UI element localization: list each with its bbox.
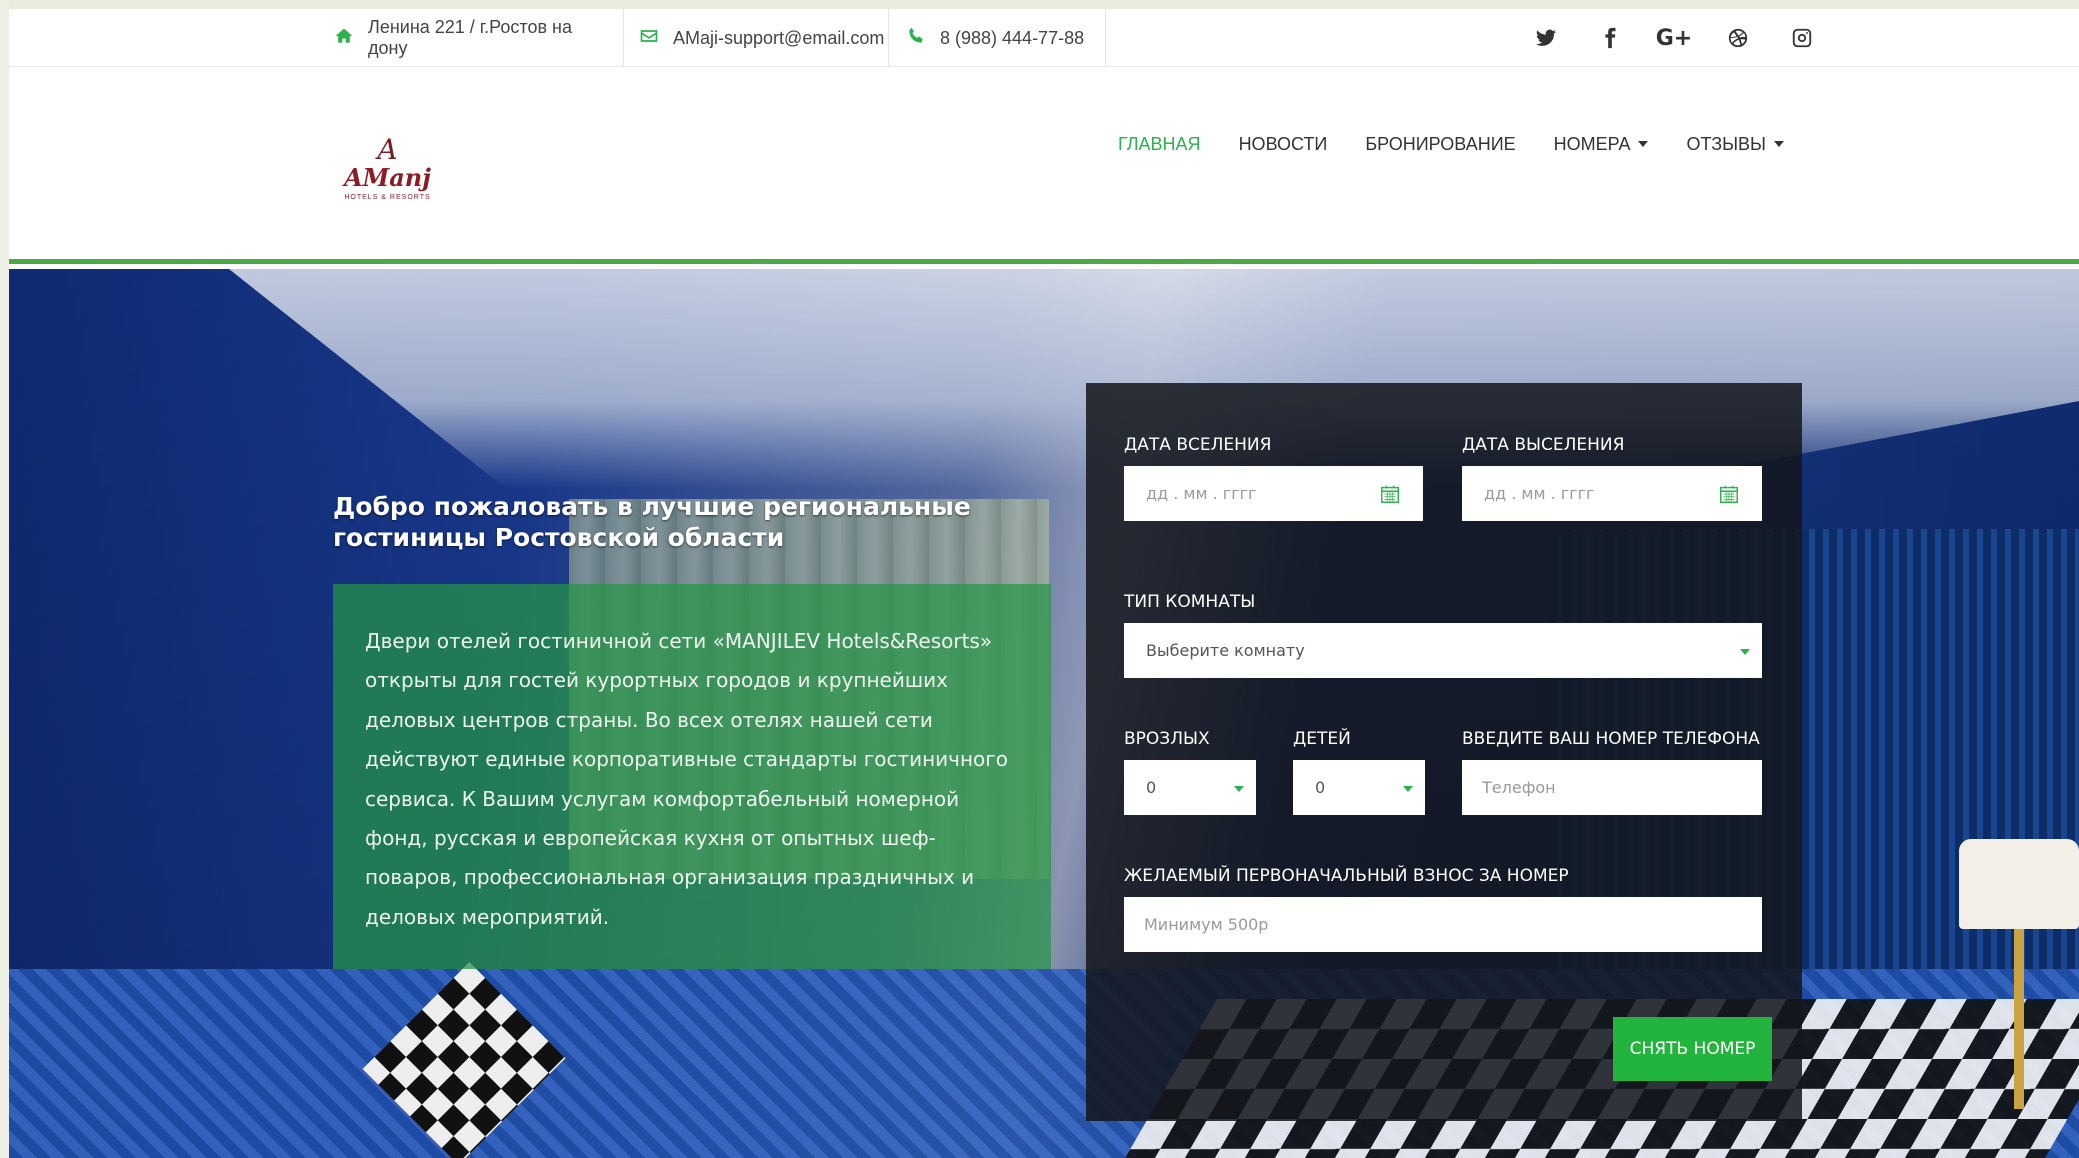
deposit-label: ЖЕЛАЕМЫЙ ПЕРВОНАЧАЛЬНЫЙ ВЗНОС ЗА НОМЕР bbox=[1124, 866, 1569, 886]
google-plus-icon[interactable]: G+ bbox=[1656, 26, 1693, 51]
social-links: G+ bbox=[1534, 9, 1814, 67]
checkout-date-field[interactable] bbox=[1462, 466, 1762, 521]
adults-label: ВРОЗЛЫХ bbox=[1124, 729, 1210, 749]
phone-icon bbox=[906, 26, 926, 51]
caret-down-icon bbox=[1774, 141, 1784, 147]
logo-wordmark: AManj bbox=[344, 163, 431, 192]
page: Ленина 221 / г.Ростов на дону AMaji-supp… bbox=[9, 9, 2079, 1158]
deposit-field[interactable] bbox=[1124, 897, 1762, 952]
hero-intro-text: Двери отелей гостиничной сети «MANJILEV … bbox=[365, 629, 1009, 929]
logo-tagline: HOTELS & RESORTS bbox=[344, 194, 431, 201]
facebook-icon[interactable] bbox=[1598, 26, 1622, 50]
hero-background-lamp bbox=[1959, 839, 2079, 929]
caret-down-icon bbox=[1740, 648, 1750, 655]
caret-down-icon bbox=[1403, 785, 1413, 792]
twitter-icon[interactable] bbox=[1534, 26, 1558, 50]
nav-item-label: НОМЕРА bbox=[1553, 133, 1631, 154]
hero-background-lamp-stem bbox=[2014, 929, 2024, 1109]
hero-section: Добро пожаловать в лучшие региональные г… bbox=[9, 269, 2079, 1158]
phone-label: ВВЕДИТЕ ВАШ НОМЕР ТЕЛЕФОНА bbox=[1462, 729, 1760, 749]
dribbble-icon[interactable] bbox=[1726, 26, 1750, 50]
address-contact: Ленина 221 / г.Ростов на дону bbox=[334, 9, 624, 67]
caret-down-icon bbox=[1638, 141, 1649, 147]
room-type-select[interactable]: Выберите комнату bbox=[1124, 623, 1762, 678]
children-select[interactable]: 0 bbox=[1293, 760, 1425, 815]
main-nav: ГЛАВНАЯ НОВОСТИ БРОНИРОВАНИЕ НОМЕРА ОТЗЫ… bbox=[1118, 129, 1784, 159]
address-text: Ленина 221 / г.Ростов на дону bbox=[368, 17, 572, 58]
nav-item-label: ОТЗЫВЫ bbox=[1686, 133, 1766, 154]
logo[interactable]: A AManj HOTELS & RESORTS bbox=[335, 117, 440, 217]
room-type-label: ТИП КОМНАТЫ bbox=[1124, 592, 1256, 612]
checkin-date-field[interactable] bbox=[1124, 466, 1423, 521]
phone-text[interactable]: 8 (988) 444-77-88 bbox=[940, 28, 1084, 49]
booking-form: ДАТА ВСЕЛЕНИЯ ДАТА ВЫСЕЛЕНИЯ bbox=[1086, 383, 1802, 1121]
room-type-value: Выберите комнату bbox=[1146, 641, 1305, 660]
children-value: 0 bbox=[1315, 778, 1326, 797]
hero-title: Добро пожаловать в лучшие региональные г… bbox=[333, 492, 971, 552]
phone-contact[interactable]: 8 (988) 444-77-88 bbox=[906, 9, 1106, 67]
caret-down-icon bbox=[1234, 785, 1244, 792]
adults-value: 0 bbox=[1146, 778, 1157, 797]
book-room-button[interactable]: СНЯТЬ НОМЕР bbox=[1613, 1017, 1772, 1081]
nav-item-label: БРОНИРОВАНИЕ bbox=[1365, 133, 1516, 154]
email-contact[interactable]: AMaji-support@email.com bbox=[639, 9, 889, 67]
calendar-icon[interactable] bbox=[1718, 483, 1740, 505]
calendar-icon[interactable] bbox=[1379, 483, 1401, 505]
nav-item-label: НОВОСТИ bbox=[1238, 133, 1328, 154]
instagram-icon[interactable] bbox=[1790, 26, 1814, 50]
top-bar: Ленина 221 / г.Ростов на дону AMaji-supp… bbox=[9, 9, 2079, 67]
phone-input[interactable] bbox=[1482, 778, 1742, 797]
adults-select[interactable]: 0 bbox=[1124, 760, 1256, 815]
frame-top bbox=[0, 0, 2079, 9]
frame-left bbox=[0, 0, 9, 1158]
home-icon bbox=[334, 26, 354, 51]
children-label: ДЕТЕЙ bbox=[1293, 729, 1351, 749]
phone-field[interactable] bbox=[1462, 760, 1762, 815]
checkin-label: ДАТА ВСЕЛЕНИЯ bbox=[1124, 435, 1272, 455]
envelope-icon bbox=[639, 26, 659, 51]
checkout-date-input[interactable] bbox=[1484, 484, 1718, 503]
hero-intro-box: Двери отелей гостиничной сети «MANJILEV … bbox=[333, 584, 1051, 969]
site-header: A AManj HOTELS & RESORTS ГЛАВНАЯ НОВОСТИ… bbox=[9, 67, 2079, 264]
nav-item-rooms[interactable]: НОМЕРА bbox=[1554, 134, 1649, 155]
nav-item-news[interactable]: НОВОСТИ bbox=[1239, 134, 1328, 155]
checkin-date-input[interactable] bbox=[1146, 484, 1379, 503]
nav-item-home[interactable]: ГЛАВНАЯ bbox=[1118, 134, 1201, 155]
email-text[interactable]: AMaji-support@email.com bbox=[673, 28, 884, 49]
checkout-label: ДАТА ВЫСЕЛЕНИЯ bbox=[1462, 435, 1625, 455]
nav-item-booking[interactable]: БРОНИРОВАНИЕ bbox=[1365, 134, 1515, 155]
logo-monogram: A bbox=[377, 133, 398, 166]
deposit-input[interactable] bbox=[1144, 915, 1742, 934]
nav-item-label: ГЛАВНАЯ bbox=[1117, 133, 1201, 154]
nav-item-reviews[interactable]: ОТЗЫВЫ bbox=[1686, 134, 1784, 155]
